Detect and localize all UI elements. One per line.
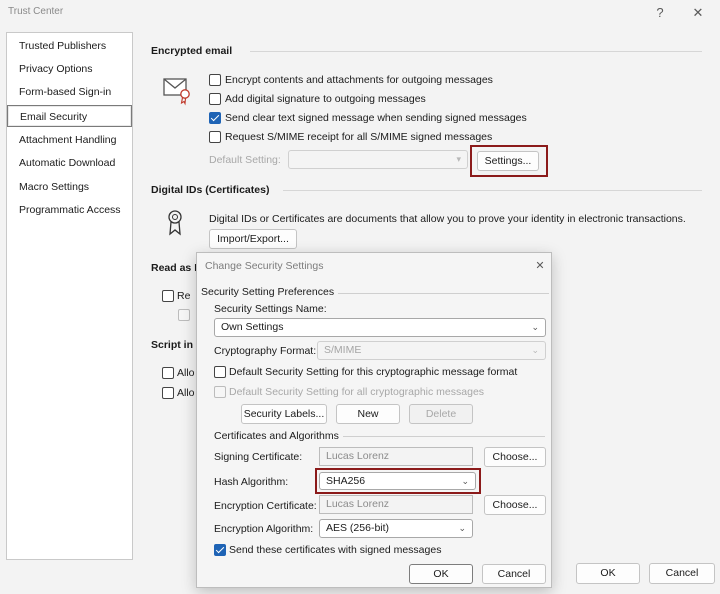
sidebar-item-macro-settings[interactable]: Macro Settings bbox=[7, 176, 132, 198]
script-allow-checkbox-1[interactable] bbox=[162, 367, 174, 379]
choose-signing-certificate-button[interactable]: Choose... bbox=[484, 447, 546, 467]
new-button[interactable]: New bbox=[336, 404, 400, 424]
certificates-algorithms-group: Certificates and Algorithms bbox=[214, 430, 343, 442]
delete-button[interactable]: Delete bbox=[409, 404, 473, 424]
cryptography-format-label: Cryptography Format: bbox=[214, 345, 317, 357]
security-settings-name-dropdown[interactable]: Own Settings ⌄ bbox=[214, 318, 546, 337]
script-in-heading: Script in bbox=[151, 339, 194, 351]
group-divider bbox=[337, 436, 545, 437]
encrypted-email-heading: Encrypted email bbox=[151, 45, 233, 57]
script-allow-label-2: Allo bbox=[177, 387, 195, 399]
default-setting-label: Default Setting: bbox=[209, 154, 281, 166]
sidebar-item-form-based-sign-in[interactable]: Form-based Sign-in bbox=[7, 81, 132, 103]
digital-ids-heading: Digital IDs (Certificates) bbox=[151, 184, 270, 196]
security-labels-button[interactable]: Security Labels... bbox=[241, 404, 327, 424]
add-signature-label: Add digital signature to outgoing messag… bbox=[225, 93, 426, 105]
trust-center-ok-button[interactable]: OK bbox=[576, 563, 640, 584]
default-for-all-label: Default Security Setting for all cryptog… bbox=[229, 386, 485, 398]
section-divider bbox=[283, 190, 702, 191]
encrypt-contents-label: Encrypt contents and attachments for out… bbox=[225, 74, 493, 86]
read-as-plain-label: Re bbox=[177, 290, 191, 302]
dialog-close-button[interactable]: ✕ bbox=[532, 259, 548, 273]
sidebar-item-trusted-publishers[interactable]: Trusted Publishers bbox=[7, 35, 132, 57]
chevron-down-icon: ⌄ bbox=[461, 476, 469, 486]
choose-encryption-certificate-button[interactable]: Choose... bbox=[484, 495, 546, 515]
read-as-plain-sub-checkbox[interactable] bbox=[178, 309, 190, 321]
sidebar-item-email-security[interactable]: Email Security bbox=[7, 105, 132, 127]
hash-algorithm-dropdown[interactable]: SHA256 ⌄ bbox=[319, 472, 476, 490]
envelope-certificate-icon bbox=[162, 74, 194, 106]
digital-ids-description: Digital IDs or Certificates are document… bbox=[209, 213, 686, 225]
send-certificates-label: Send these certificates with signed mess… bbox=[229, 544, 442, 556]
hash-algorithm-value: SHA256 bbox=[326, 475, 366, 487]
certificate-ribbon-icon bbox=[166, 209, 184, 237]
trust-center-cancel-button[interactable]: Cancel bbox=[649, 563, 715, 584]
chevron-down-icon: ⌄ bbox=[531, 345, 539, 355]
hash-algorithm-label: Hash Algorithm: bbox=[214, 476, 289, 488]
chevron-down-icon: ⌄ bbox=[531, 322, 539, 332]
dialog-cancel-button[interactable]: Cancel bbox=[482, 564, 546, 584]
cryptography-format-value: S/MIME bbox=[324, 344, 362, 356]
sidebar-item-privacy-options[interactable]: Privacy Options bbox=[7, 58, 132, 80]
window-close-button[interactable]: ✕ bbox=[690, 6, 706, 20]
encryption-certificate-field[interactable]: Lucas Lorenz bbox=[319, 495, 473, 514]
window-title: Trust Center bbox=[8, 6, 64, 17]
change-security-settings-dialog: Change Security Settings ✕ Security Sett… bbox=[196, 252, 552, 588]
encrypt-contents-checkbox[interactable] bbox=[209, 74, 221, 86]
read-as-plain-heading: Read as P bbox=[151, 262, 202, 274]
send-clear-text-label: Send clear text signed message when send… bbox=[225, 112, 527, 124]
chevron-down-icon: ⌄ bbox=[458, 523, 466, 533]
signing-certificate-field[interactable]: Lucas Lorenz bbox=[319, 447, 473, 466]
encryption-algorithm-value: AES (256-bit) bbox=[326, 522, 390, 534]
section-divider bbox=[250, 51, 702, 52]
read-as-plain-checkbox[interactable] bbox=[162, 290, 174, 302]
sidebar: Trusted Publishers Privacy Options Form-… bbox=[6, 32, 133, 560]
default-for-all-checkbox[interactable] bbox=[214, 386, 226, 398]
sidebar-item-automatic-download[interactable]: Automatic Download bbox=[7, 152, 132, 174]
help-button[interactable]: ? bbox=[652, 6, 668, 20]
request-smime-receipt-label: Request S/MIME receipt for all S/MIME si… bbox=[225, 131, 493, 143]
cryptography-format-dropdown[interactable]: S/MIME ⌄ bbox=[317, 341, 546, 360]
import-export-button[interactable]: Import/Export... bbox=[209, 229, 297, 249]
settings-button[interactable]: Settings... bbox=[477, 151, 539, 171]
security-settings-name-label: Security Settings Name: bbox=[214, 303, 327, 315]
signing-certificate-label: Signing Certificate: bbox=[214, 451, 303, 463]
encryption-certificate-label: Encryption Certificate: bbox=[214, 500, 317, 512]
sidebar-item-programmatic-access[interactable]: Programmatic Access bbox=[7, 199, 132, 221]
default-setting-dropdown[interactable]: ▾ bbox=[288, 150, 468, 169]
request-smime-receipt-checkbox[interactable] bbox=[209, 131, 221, 143]
security-setting-preferences-group: Security Setting Preferences bbox=[201, 286, 339, 298]
sidebar-item-attachment-handling[interactable]: Attachment Handling bbox=[7, 129, 132, 151]
add-signature-checkbox[interactable] bbox=[209, 93, 221, 105]
send-certificates-checkbox[interactable] bbox=[214, 544, 226, 556]
send-clear-text-checkbox[interactable] bbox=[209, 112, 221, 124]
security-settings-name-value: Own Settings bbox=[221, 321, 284, 333]
encryption-algorithm-label: Encryption Algorithm: bbox=[214, 523, 314, 535]
script-allow-checkbox-2[interactable] bbox=[162, 387, 174, 399]
dialog-ok-button[interactable]: OK bbox=[409, 564, 473, 584]
dialog-title: Change Security Settings bbox=[205, 260, 324, 272]
encryption-algorithm-dropdown[interactable]: AES (256-bit) ⌄ bbox=[319, 519, 473, 538]
script-allow-label-1: Allo bbox=[177, 367, 195, 379]
default-for-format-checkbox[interactable] bbox=[214, 366, 226, 378]
chevron-down-icon: ▾ bbox=[456, 154, 461, 164]
default-for-format-label: Default Security Setting for this crypto… bbox=[229, 366, 518, 378]
